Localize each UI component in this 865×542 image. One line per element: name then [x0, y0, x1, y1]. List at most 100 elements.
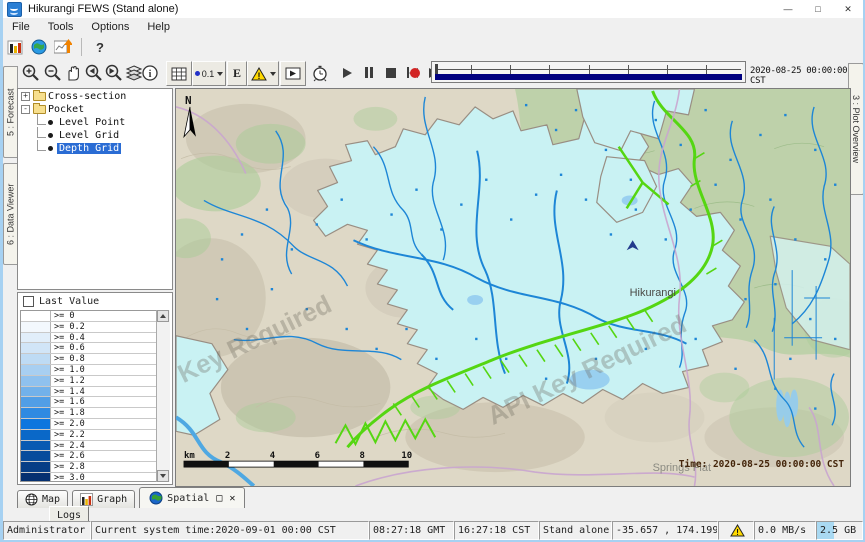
svg-text:8: 8 — [359, 451, 364, 461]
tree-label-selected[interactable]: Depth Grid — [57, 143, 121, 154]
tab-data-viewer[interactable]: 6 : Data Viewer — [3, 163, 18, 265]
timeline-slider[interactable] — [431, 61, 746, 83]
legend-scrollbar[interactable] — [156, 310, 170, 482]
menu-help[interactable]: Help — [138, 18, 179, 36]
scale-unit: km — [184, 451, 195, 461]
legend-label: >= 0.8 — [51, 354, 169, 364]
legend-row[interactable]: >= 2.0 — [21, 419, 169, 430]
classbreak-scale-dropdown[interactable]: 0.1 — [192, 61, 226, 86]
tree-row-depth-grid[interactable]: Depth Grid — [18, 142, 172, 154]
legend-label: >= 0 — [51, 311, 169, 321]
scroll-up-icon[interactable] — [157, 310, 169, 322]
svg-text:i: i — [149, 69, 152, 80]
status-memory: 2.5 GB — [816, 521, 863, 540]
pause-icon[interactable] — [359, 61, 379, 84]
status-bar: Administrator Current system time:2020-0… — [3, 521, 863, 540]
legend-row[interactable]: >= 2.6 — [21, 451, 169, 462]
legend-row[interactable]: >= 1.8 — [21, 408, 169, 419]
label-toggle-button[interactable]: E — [227, 61, 247, 86]
map-canvas[interactable]: API Key Required API Key Required Hikura… — [175, 88, 851, 487]
legend-row[interactable]: >= 2.2 — [21, 430, 169, 441]
legend-row[interactable]: >= 2.8 — [21, 462, 169, 473]
tab-label: Graph — [97, 494, 127, 505]
zoom-previous-icon[interactable] — [82, 61, 104, 84]
legend-label: >= 1.4 — [51, 387, 169, 397]
legend-swatch — [21, 397, 51, 407]
tree-label[interactable]: Level Point — [57, 117, 127, 128]
menu-bar: File Tools Options Help — [3, 18, 863, 36]
legend-row[interactable]: >= 0.6 — [21, 343, 169, 354]
status-gmt-time: 08:27:18 GMT — [369, 521, 454, 540]
stop-icon[interactable] — [381, 61, 401, 84]
legend-row[interactable]: >= 1.4 — [21, 387, 169, 398]
legend-row[interactable]: >= 2.4 — [21, 441, 169, 452]
legend-label: >= 0.4 — [51, 333, 169, 343]
legend-row[interactable]: >= 0 — [21, 311, 169, 322]
tree-connector — [37, 114, 46, 125]
tree-connector — [37, 140, 46, 151]
legend-swatch — [21, 430, 51, 440]
legend-row[interactable]: >= 3.0 — [21, 473, 169, 482]
town-label: Hikurangi — [630, 287, 676, 299]
status-warning-cell[interactable]: ! — [718, 521, 754, 540]
tree-connector — [37, 127, 46, 138]
timeseries-display-icon[interactable] — [51, 37, 75, 57]
close-button[interactable]: ✕ — [833, 0, 863, 18]
collapse-icon[interactable]: - — [21, 105, 30, 114]
record-icon[interactable] — [405, 61, 425, 84]
legend-title: Last Value — [39, 296, 99, 307]
legend-swatch — [21, 365, 51, 375]
tab-maximize-icon[interactable]: □ — [216, 493, 222, 504]
tab-spatial[interactable]: Spatial □ ✕ — [139, 487, 245, 508]
last-value-checkbox[interactable] — [23, 296, 34, 307]
filter-tree-panel: + Cross-section - Pocket Level Point Lev… — [17, 88, 173, 290]
grid-display-icon[interactable] — [166, 61, 192, 86]
folder-open-icon — [33, 105, 46, 114]
legend-swatch — [21, 419, 51, 429]
explorer-icon[interactable] — [3, 37, 27, 57]
expand-icon[interactable]: + — [21, 92, 30, 101]
tree-label[interactable]: Cross-section — [46, 91, 128, 102]
legend-swatch — [21, 387, 51, 397]
tab-close-icon[interactable]: ✕ — [229, 493, 235, 504]
tree-label[interactable]: Pocket — [46, 104, 86, 115]
legend-swatch — [21, 473, 51, 482]
info-icon[interactable]: i — [139, 61, 161, 84]
animation-icon[interactable] — [280, 61, 306, 86]
status-mode: Stand alone — [539, 521, 612, 540]
legend-row[interactable]: >= 1.0 — [21, 365, 169, 376]
legend-label: >= 0.2 — [51, 322, 169, 332]
legend-row[interactable]: >= 0.2 — [21, 322, 169, 333]
pan-hand-icon[interactable] — [63, 61, 83, 84]
play-icon[interactable] — [337, 61, 357, 84]
zoom-next-icon[interactable] — [102, 61, 124, 84]
legend-row[interactable]: >= 1.6 — [21, 397, 169, 408]
timer-icon[interactable] — [308, 61, 332, 84]
title-bar: Hikurangi FEWS (Stand alone) — □ ✕ — [3, 0, 863, 19]
menu-options[interactable]: Options — [82, 18, 138, 36]
legend-label: >= 2.4 — [51, 441, 169, 451]
timeline-datetime: 2020-08-25 00:00:00 CST — [750, 66, 863, 86]
legend-row[interactable]: >= 0.4 — [21, 333, 169, 344]
warning-dropdown[interactable]: ! — [247, 61, 279, 86]
tree-label[interactable]: Level Grid — [57, 130, 121, 141]
zoom-out-icon[interactable] — [41, 61, 63, 84]
map-display-icon[interactable] — [27, 37, 51, 57]
menu-file[interactable]: File — [3, 18, 39, 36]
tab-forecast[interactable]: 5 : Forecast — [3, 66, 18, 158]
legend-label: >= 3.0 — [51, 473, 169, 482]
svg-text:4: 4 — [270, 451, 275, 461]
legend-row[interactable]: >= 0.8 — [21, 354, 169, 365]
menu-tools[interactable]: Tools — [39, 18, 83, 36]
maximize-button[interactable]: □ — [803, 0, 833, 18]
chevron-down-icon — [217, 72, 223, 76]
scroll-down-icon[interactable] — [157, 470, 169, 482]
legend-row[interactable]: >= 1.2 — [21, 376, 169, 387]
svg-text:10: 10 — [401, 451, 412, 461]
tree-row-cross-section[interactable]: + Cross-section — [18, 90, 172, 102]
main-toolbar: ? — [3, 36, 863, 58]
tree-row-pocket[interactable]: - Pocket — [18, 103, 172, 115]
zoom-in-icon[interactable] — [19, 61, 41, 84]
help-icon[interactable]: ? — [88, 37, 112, 57]
minimize-button[interactable]: — — [773, 0, 803, 18]
